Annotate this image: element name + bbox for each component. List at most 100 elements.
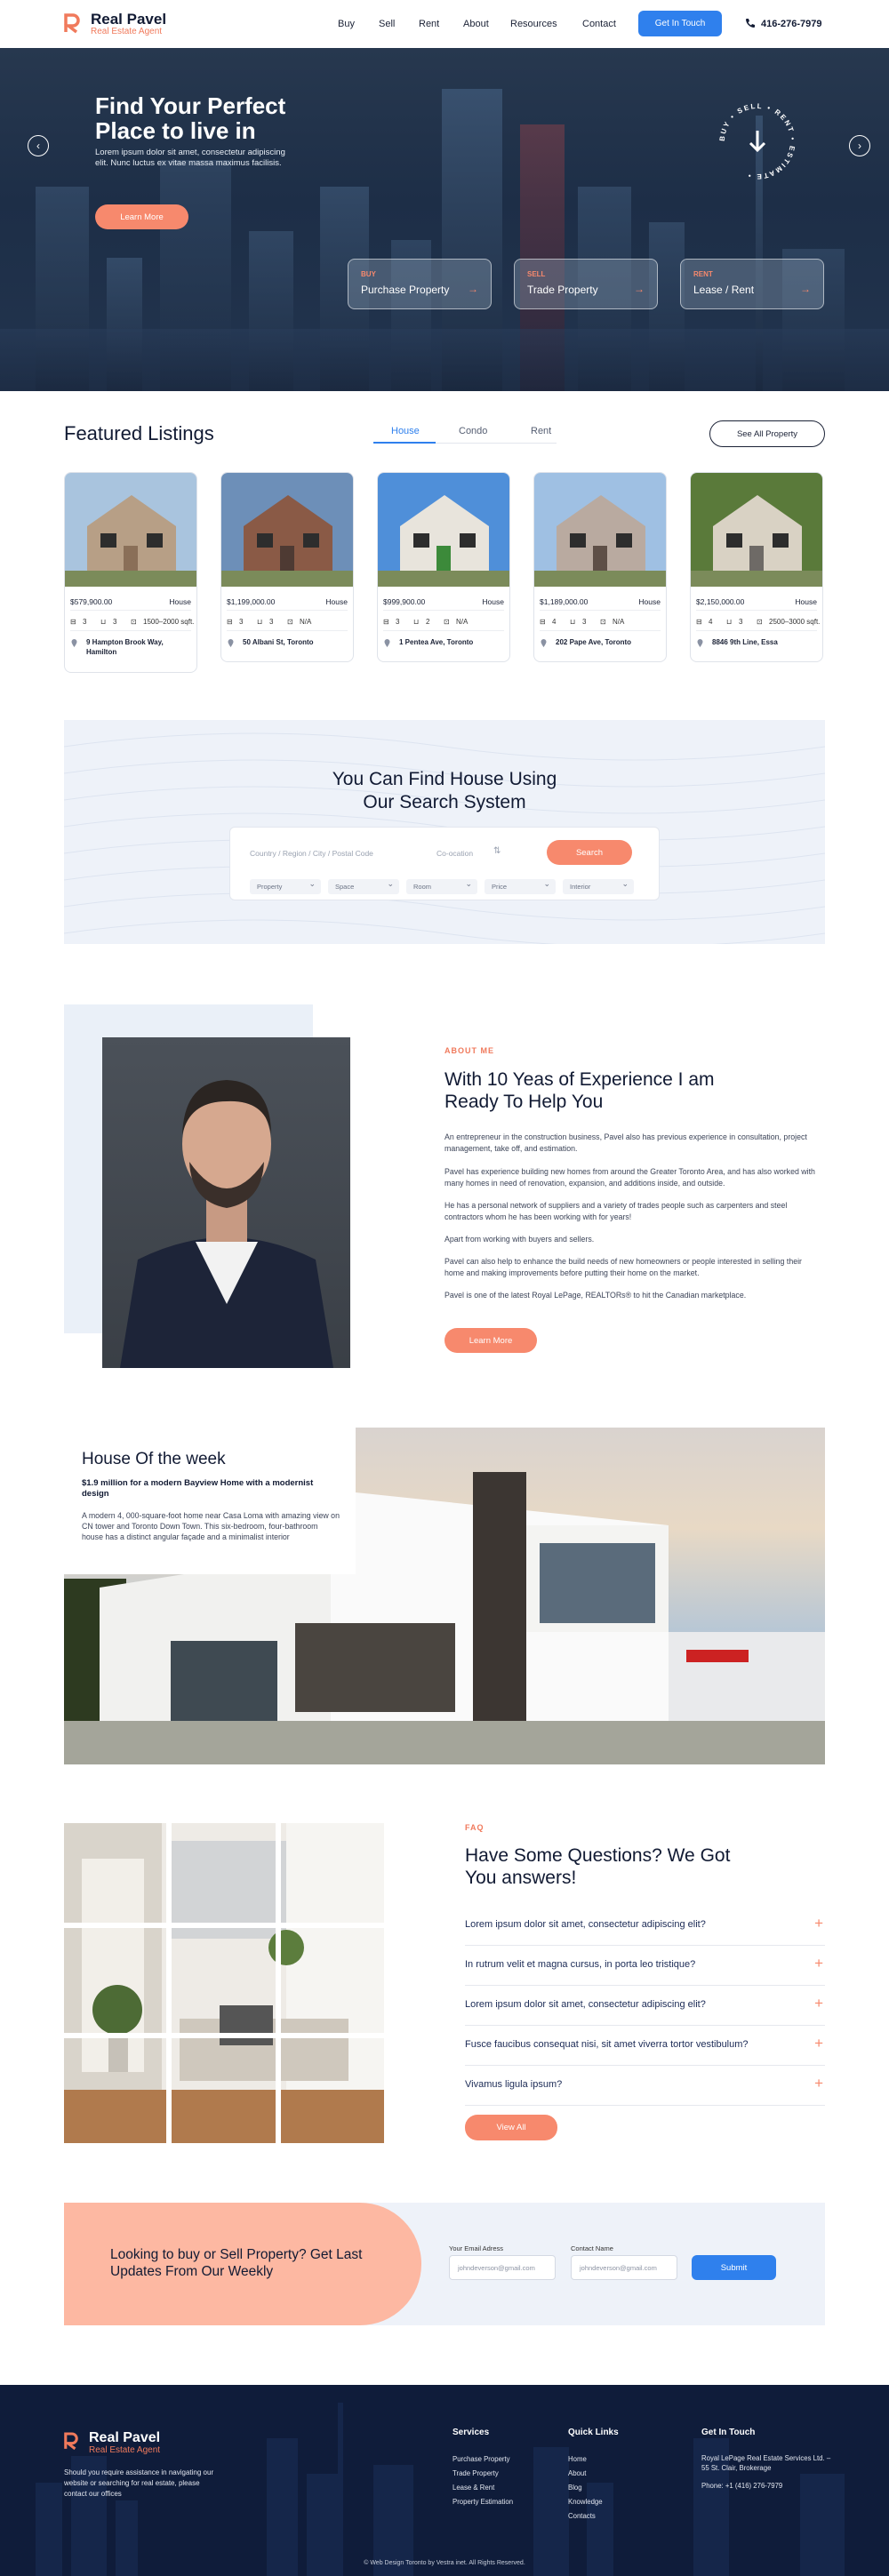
plus-icon[interactable]: + bbox=[814, 2035, 823, 2052]
listing-photo[interactable] bbox=[534, 473, 666, 587]
tab-rent[interactable]: Rent bbox=[531, 426, 551, 436]
listing-price: $579,900.00 bbox=[70, 597, 113, 606]
listing-photo[interactable] bbox=[65, 473, 196, 587]
faq-item[interactable]: Fusce faucibus consequat nisi, sit amet … bbox=[465, 2027, 825, 2066]
about-paragraph: He has a personal network of suppliers a… bbox=[444, 1201, 788, 1221]
footer-link[interactable]: Lease & Rent bbox=[453, 2484, 494, 2492]
nav-buy[interactable]: Buy bbox=[338, 19, 355, 29]
listing-address[interactable]: 9 Hampton Brook Way, Hamilton bbox=[86, 637, 191, 657]
geo-location-toggle[interactable]: Co-ocation bbox=[436, 849, 473, 858]
faq-item[interactable]: Lorem ipsum dolor sit amet, consectetur … bbox=[465, 1987, 825, 2026]
tab-condo[interactable]: Condo bbox=[459, 426, 487, 436]
plus-icon[interactable]: + bbox=[814, 2075, 823, 2092]
hero-learn-more-button[interactable]: Learn More bbox=[95, 204, 188, 229]
search-title-line2: Our Search System bbox=[363, 792, 526, 812]
bath-icon: ⊔ bbox=[100, 618, 107, 626]
get-in-touch-button[interactable]: Get In Touch bbox=[638, 11, 722, 36]
hero-card-sell[interactable]: SELL Trade Property → bbox=[514, 259, 658, 309]
nav-sell[interactable]: Sell bbox=[379, 19, 395, 29]
search-title: You Can Find House Using Our Search Syste… bbox=[0, 768, 889, 814]
footer-link[interactable]: Blog bbox=[568, 2484, 582, 2492]
card-divider bbox=[540, 630, 661, 631]
card-divider bbox=[227, 630, 348, 631]
submit-button[interactable]: Submit bbox=[692, 2255, 776, 2280]
contact-name-input[interactable]: johndeverson@gmail.com bbox=[571, 2255, 677, 2280]
hero-next-arrow[interactable]: › bbox=[849, 135, 870, 156]
nav-contact[interactable]: Contact bbox=[582, 19, 616, 29]
sliders-icon[interactable]: ⇅ bbox=[493, 846, 501, 856]
card-divider bbox=[383, 630, 504, 631]
tab-house[interactable]: House bbox=[391, 426, 420, 436]
footer-link[interactable]: Property Estimation bbox=[453, 2498, 513, 2506]
filter-space[interactable]: Space bbox=[328, 876, 399, 894]
footer-logo-icon[interactable] bbox=[64, 2431, 78, 2451]
hero-card-buy[interactable]: BUY Purchase Property → bbox=[348, 259, 492, 309]
footer-logo-title[interactable]: Real Pavel bbox=[89, 2430, 160, 2446]
hero-rotating-badge[interactable]: BUY • SELL • RENT • ESTIMATE • bbox=[713, 97, 802, 186]
email-input[interactable]: johndeverson@gmail.com bbox=[449, 2255, 556, 2280]
footer-link[interactable]: Home bbox=[568, 2455, 587, 2463]
site-header: Real Pavel Real Estate Agent Buy Sell Re… bbox=[0, 0, 889, 48]
hero-card-rent[interactable]: RENT Lease / Rent → bbox=[680, 259, 824, 309]
arrow-right-icon: → bbox=[634, 283, 645, 295]
logo-icon[interactable] bbox=[64, 12, 80, 34]
listing-size: 2500–3000 sqft. bbox=[769, 618, 821, 626]
listing-photo[interactable] bbox=[378, 473, 509, 587]
listing-card[interactable]: $579,900.00 House ⊟ 3 ⊔ 3 ⊡ 1500–2000 sqft. 9 Ha… bbox=[64, 472, 197, 673]
faq-item[interactable]: Vivamus ligula ipsum? + bbox=[465, 2067, 825, 2106]
plus-icon[interactable]: + bbox=[814, 1955, 823, 1972]
card-divider bbox=[696, 630, 817, 631]
filter-room[interactable]: Room bbox=[406, 876, 477, 894]
header-phone[interactable]: 416-276-7979 bbox=[761, 19, 822, 29]
listing-baths: 3 bbox=[113, 618, 117, 626]
footer-link[interactable]: Contacts bbox=[568, 2512, 596, 2520]
listing-address[interactable]: 50 Albani St, Toronto bbox=[243, 637, 348, 647]
hero-prev-arrow[interactable]: ‹ bbox=[28, 135, 49, 156]
listing-beds: 3 bbox=[83, 618, 87, 626]
filter-interior[interactable]: Interior bbox=[563, 876, 634, 894]
listing-beds: 3 bbox=[239, 618, 244, 626]
footer-link[interactable]: About bbox=[568, 2469, 586, 2477]
location-input[interactable]: Country / Region / City / Postal Code bbox=[250, 849, 373, 858]
logo-title[interactable]: Real Pavel bbox=[91, 11, 166, 28]
listing-type: House bbox=[482, 597, 504, 606]
faq-item[interactable]: Lorem ipsum dolor sit amet, consectetur … bbox=[465, 1907, 825, 1946]
listing-address[interactable]: 202 Pape Ave, Toronto bbox=[556, 637, 661, 647]
search-button[interactable]: Search bbox=[547, 840, 632, 865]
listing-card[interactable]: $1,199,000.00 House ⊟ 3 ⊔ 3 ⊡ N/A 50 Albani St, … bbox=[220, 472, 354, 662]
faq-item[interactable]: In rutrum velit et magna cursus, in port… bbox=[465, 1947, 825, 1986]
filter-property[interactable]: Property bbox=[250, 876, 321, 894]
listing-type: House bbox=[325, 597, 348, 606]
bed-icon: ⊟ bbox=[540, 618, 546, 626]
filter-price[interactable]: Price bbox=[485, 876, 556, 894]
card-divider bbox=[540, 610, 661, 611]
bed-icon: ⊟ bbox=[696, 618, 702, 626]
nav-about[interactable]: About bbox=[463, 19, 489, 29]
footer-link[interactable]: Purchase Property bbox=[453, 2455, 510, 2463]
view-all-faq-button[interactable]: View All bbox=[465, 2115, 557, 2140]
footer-link[interactable]: Trade Property bbox=[453, 2469, 499, 2477]
listing-photo[interactable] bbox=[691, 473, 822, 587]
listing-card[interactable]: $1,189,000.00 House ⊟ 4 ⊔ 3 ⊡ N/A 202 Pape Ave, … bbox=[533, 472, 667, 662]
card-divider bbox=[696, 610, 817, 611]
plus-icon[interactable]: + bbox=[814, 1915, 823, 1932]
listing-photo[interactable] bbox=[221, 473, 353, 587]
faq-title: Have Some Questions? We Got You answers! bbox=[465, 1845, 731, 1888]
footer-link[interactable]: Knowledge bbox=[568, 2498, 603, 2506]
listing-card[interactable]: $2,150,000.00 House ⊟ 4 ⊔ 3 ⊡ 2500–3000 sqft. 88… bbox=[690, 472, 823, 662]
listing-size: N/A bbox=[300, 618, 312, 626]
listing-address[interactable]: 8846 9th Line, Essa bbox=[712, 637, 817, 647]
listing-address[interactable]: 1 Pentea Ave, Toronto bbox=[399, 637, 504, 647]
about-learn-more-button[interactable]: Learn More bbox=[444, 1328, 537, 1353]
see-all-property-button[interactable]: See All Property bbox=[709, 420, 825, 447]
listing-beds: 4 bbox=[552, 618, 557, 626]
footer-phone[interactable]: Phone: +1 (416) 276-7979 bbox=[701, 2482, 782, 2490]
hero-card-label: Lease / Rent bbox=[693, 284, 755, 296]
listing-card[interactable]: $999,900.00 House ⊟ 3 ⊔ 2 ⊡ N/A 1 Pentea Ave, To… bbox=[377, 472, 510, 662]
listing-baths: 2 bbox=[426, 618, 430, 626]
nav-resources[interactable]: Resources bbox=[510, 19, 557, 29]
nav-rent[interactable]: Rent bbox=[419, 19, 439, 29]
area-icon: ⊡ bbox=[131, 618, 137, 626]
plus-icon[interactable]: + bbox=[814, 1995, 823, 2012]
search-box: Country / Region / City / Postal Code Co… bbox=[229, 827, 660, 900]
